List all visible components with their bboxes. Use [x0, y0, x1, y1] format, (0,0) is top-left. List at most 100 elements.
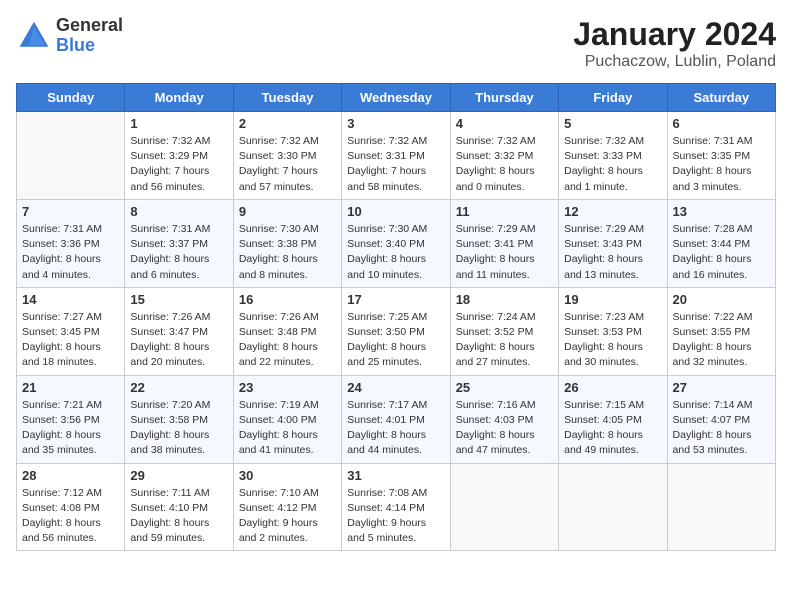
day-number: 22 — [130, 380, 227, 395]
calendar-cell: 9 Sunrise: 7:30 AMSunset: 3:38 PMDaylight… — [233, 199, 341, 287]
day-info: Sunrise: 7:30 AMSunset: 3:38 PMDaylight:… — [239, 222, 336, 283]
day-number: 9 — [239, 204, 336, 219]
day-number: 24 — [347, 380, 444, 395]
weekday-header-monday: Monday — [125, 84, 233, 112]
calendar-cell: 30Sunrise: 7:10 AMSunset: 4:12 PMDayligh… — [233, 463, 341, 551]
day-info: Sunrise: 7:32 AMSunset: 3:30 PMDaylight:… — [239, 134, 336, 195]
day-info: Sunrise: 7:29 AMSunset: 3:43 PMDaylight:… — [564, 222, 661, 283]
day-info: Sunrise: 7:15 AMSunset: 4:05 PMDaylight:… — [564, 398, 661, 459]
weekday-header-sunday: Sunday — [17, 84, 125, 112]
day-info: Sunrise: 7:26 AMSunset: 3:48 PMDaylight:… — [239, 310, 336, 371]
calendar-cell: 5Sunrise: 7:32 AMSunset: 3:33 PMDaylight… — [559, 112, 667, 200]
location-subtitle: Puchaczow, Lublin, Poland — [573, 53, 776, 71]
day-number: 18 — [456, 292, 553, 307]
day-number: 2 — [239, 116, 336, 131]
day-number: 19 — [564, 292, 661, 307]
day-info: Sunrise: 7:32 AMSunset: 3:31 PMDaylight:… — [347, 134, 444, 195]
calendar-cell: 6 Sunrise: 7:31 AMSunset: 3:35 PMDaylight… — [667, 112, 775, 200]
calendar-cell: 11Sunrise: 7:29 AMSunset: 3:41 PMDayligh… — [450, 199, 558, 287]
weekday-header-saturday: Saturday — [667, 84, 775, 112]
calendar-cell: 15 Sunrise: 7:26 AMSunset: 3:47 PMDayligh… — [125, 287, 233, 375]
day-number: 10 — [347, 204, 444, 219]
day-info: Sunrise: 7:23 AMSunset: 3:53 PMDaylight:… — [564, 310, 661, 371]
day-number: 28 — [22, 468, 119, 483]
day-info: Sunrise: 7:30 AMSunset: 3:40 PMDaylight:… — [347, 222, 444, 283]
calendar-cell: 28 Sunrise: 7:12 AMSunset: 4:08 PMDayligh… — [17, 463, 125, 551]
calendar-week-1: 1 Sunrise: 7:32 AMSunset: 3:29 PMDaylight… — [17, 112, 776, 200]
day-number: 17 — [347, 292, 444, 307]
day-info: Sunrise: 7:14 AMSunset: 4:07 PMDaylight:… — [673, 398, 770, 459]
calendar-week-2: 7 Sunrise: 7:31 AMSunset: 3:36 PMDaylight… — [17, 199, 776, 287]
weekday-header-friday: Friday — [559, 84, 667, 112]
weekday-header-wednesday: Wednesday — [342, 84, 450, 112]
calendar-cell: 4 Sunrise: 7:32 AMSunset: 3:32 PMDaylight… — [450, 112, 558, 200]
page-header: General Blue January 2024 Puchaczow, Lub… — [16, 16, 776, 71]
calendar-cell — [559, 463, 667, 551]
calendar-cell — [667, 463, 775, 551]
day-number: 21 — [22, 380, 119, 395]
logo-blue-text: Blue — [56, 36, 123, 56]
day-info: Sunrise: 7:31 AMSunset: 3:36 PMDaylight:… — [22, 222, 119, 283]
day-number: 25 — [456, 380, 553, 395]
calendar-cell — [450, 463, 558, 551]
calendar-cell: 2 Sunrise: 7:32 AMSunset: 3:30 PMDaylight… — [233, 112, 341, 200]
day-info: Sunrise: 7:17 AMSunset: 4:01 PMDaylight:… — [347, 398, 444, 459]
day-info: Sunrise: 7:32 AMSunset: 3:33 PMDaylight:… — [564, 134, 661, 195]
day-info: Sunrise: 7:12 AMSunset: 4:08 PMDaylight:… — [22, 486, 119, 547]
day-number: 12 — [564, 204, 661, 219]
calendar-cell: 26 Sunrise: 7:15 AMSunset: 4:05 PMDayligh… — [559, 375, 667, 463]
calendar-cell: 20 Sunrise: 7:22 AMSunset: 3:55 PMDayligh… — [667, 287, 775, 375]
day-number: 15 — [130, 292, 227, 307]
day-number: 11 — [456, 204, 553, 219]
calendar-week-3: 14Sunrise: 7:27 AMSunset: 3:45 PMDayligh… — [17, 287, 776, 375]
day-number: 13 — [673, 204, 770, 219]
day-number: 4 — [456, 116, 553, 131]
logo: General Blue — [16, 16, 123, 56]
calendar-cell: 24 Sunrise: 7:17 AMSunset: 4:01 PMDayligh… — [342, 375, 450, 463]
calendar-cell: 25 Sunrise: 7:16 AMSunset: 4:03 PMDayligh… — [450, 375, 558, 463]
day-info: Sunrise: 7:32 AMSunset: 3:29 PMDaylight:… — [130, 134, 227, 195]
day-info: Sunrise: 7:31 AMSunset: 3:35 PMDaylight:… — [673, 134, 770, 195]
calendar-cell: 1 Sunrise: 7:32 AMSunset: 3:29 PMDaylight… — [125, 112, 233, 200]
calendar-cell: 13 Sunrise: 7:28 AMSunset: 3:44 PMDayligh… — [667, 199, 775, 287]
calendar-cell: 29Sunrise: 7:11 AMSunset: 4:10 PMDayligh… — [125, 463, 233, 551]
day-number: 20 — [673, 292, 770, 307]
day-number: 23 — [239, 380, 336, 395]
calendar-cell: 23 Sunrise: 7:19 AMSunset: 4:00 PMDayligh… — [233, 375, 341, 463]
calendar-cell: 18Sunrise: 7:24 AMSunset: 3:52 PMDayligh… — [450, 287, 558, 375]
day-info: Sunrise: 7:27 AMSunset: 3:45 PMDaylight:… — [22, 310, 119, 371]
day-info: Sunrise: 7:28 AMSunset: 3:44 PMDaylight:… — [673, 222, 770, 283]
day-info: Sunrise: 7:10 AMSunset: 4:12 PMDaylight:… — [239, 486, 336, 547]
calendar-header-row: SundayMondayTuesdayWednesdayThursdayFrid… — [17, 84, 776, 112]
day-info: Sunrise: 7:19 AMSunset: 4:00 PMDaylight:… — [239, 398, 336, 459]
logo-icon — [16, 18, 52, 54]
calendar-week-5: 28 Sunrise: 7:12 AMSunset: 4:08 PMDayligh… — [17, 463, 776, 551]
calendar-cell: 17 Sunrise: 7:25 AMSunset: 3:50 PMDayligh… — [342, 287, 450, 375]
day-info: Sunrise: 7:08 AMSunset: 4:14 PMDaylight:… — [347, 486, 444, 547]
day-info: Sunrise: 7:32 AMSunset: 3:32 PMDaylight:… — [456, 134, 553, 195]
day-number: 3 — [347, 116, 444, 131]
title-block: January 2024 Puchaczow, Lublin, Poland — [573, 16, 776, 71]
day-info: Sunrise: 7:22 AMSunset: 3:55 PMDaylight:… — [673, 310, 770, 371]
calendar-cell — [17, 112, 125, 200]
calendar-table: SundayMondayTuesdayWednesdayThursdayFrid… — [16, 83, 776, 551]
day-info: Sunrise: 7:16 AMSunset: 4:03 PMDaylight:… — [456, 398, 553, 459]
calendar-cell: 19 Sunrise: 7:23 AMSunset: 3:53 PMDayligh… — [559, 287, 667, 375]
calendar-cell: 3 Sunrise: 7:32 AMSunset: 3:31 PMDaylight… — [342, 112, 450, 200]
day-number: 6 — [673, 116, 770, 131]
logo-general-text: General — [56, 16, 123, 36]
day-info: Sunrise: 7:21 AMSunset: 3:56 PMDaylight:… — [22, 398, 119, 459]
calendar-cell: 21 Sunrise: 7:21 AMSunset: 3:56 PMDayligh… — [17, 375, 125, 463]
day-info: Sunrise: 7:25 AMSunset: 3:50 PMDaylight:… — [347, 310, 444, 371]
day-info: Sunrise: 7:11 AMSunset: 4:10 PMDaylight:… — [130, 486, 227, 547]
day-number: 7 — [22, 204, 119, 219]
day-number: 1 — [130, 116, 227, 131]
weekday-header-thursday: Thursday — [450, 84, 558, 112]
calendar-cell: 31 Sunrise: 7:08 AMSunset: 4:14 PMDayligh… — [342, 463, 450, 551]
day-number: 26 — [564, 380, 661, 395]
day-info: Sunrise: 7:26 AMSunset: 3:47 PMDaylight:… — [130, 310, 227, 371]
day-number: 31 — [347, 468, 444, 483]
calendar-cell: 8Sunrise: 7:31 AMSunset: 3:37 PMDaylight… — [125, 199, 233, 287]
day-number: 8 — [130, 204, 227, 219]
calendar-week-4: 21 Sunrise: 7:21 AMSunset: 3:56 PMDayligh… — [17, 375, 776, 463]
